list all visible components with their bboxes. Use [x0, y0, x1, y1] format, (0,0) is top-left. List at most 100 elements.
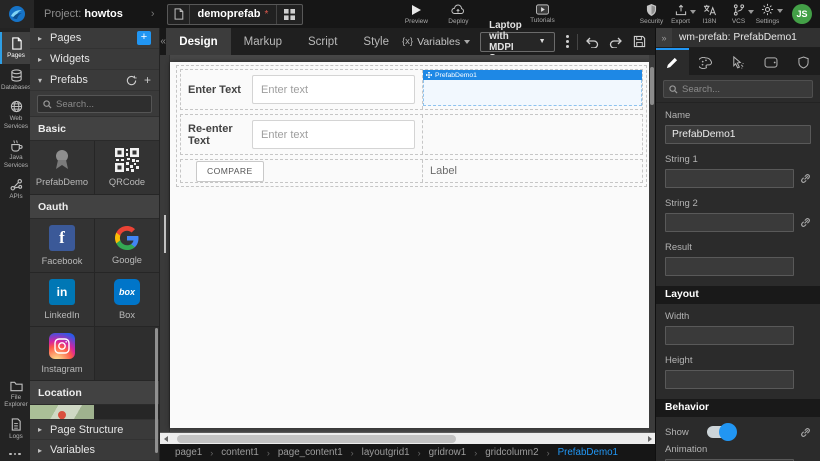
left-panel-scrollbar[interactable] — [155, 328, 158, 453]
more-options-button[interactable] — [561, 28, 574, 55]
height-input[interactable] — [665, 370, 794, 389]
add-prefab-icon[interactable]: + — [144, 74, 151, 86]
grid-cell-label[interactable]: Label — [423, 160, 642, 182]
bind-show-icon[interactable] — [800, 427, 811, 438]
i18n-button[interactable]: I18N — [695, 4, 724, 25]
device-selector[interactable]: Laptop with MDPI Screen ▼ — [480, 32, 554, 52]
prefab-tile-box[interactable]: box Box — [95, 273, 159, 326]
page-structure-accordion[interactable]: ▸ Page Structure — [30, 419, 159, 440]
grid-cell-compare[interactable]: COMPARE — [181, 160, 423, 182]
string2-input[interactable] — [665, 213, 794, 232]
prefab-tile-facebook[interactable]: f Facebook — [30, 219, 94, 272]
rail-more-icon[interactable] — [0, 445, 30, 461]
canvas-vertical-scrollbar[interactable] — [164, 215, 166, 253]
scrollbar-track[interactable] — [171, 433, 644, 444]
canvas-page[interactable]: Enter Text PrefabDemo1 — [170, 62, 650, 428]
tab-script[interactable]: Script — [295, 28, 350, 55]
rail-item-java-services[interactable]: Java Services — [0, 134, 30, 173]
rail-item-web-services[interactable]: Web Services — [0, 95, 30, 134]
security-button[interactable]: Security — [637, 4, 666, 25]
tab-properties[interactable] — [656, 48, 689, 75]
breadcrumb-prefabdemo1[interactable]: PrefabDemo1 — [558, 447, 618, 458]
compare-button[interactable]: COMPARE — [196, 161, 264, 182]
tab-design[interactable]: Design — [166, 28, 230, 55]
scroll-left-arrow[interactable] — [160, 433, 171, 444]
name-input[interactable] — [665, 125, 811, 144]
breadcrumb-gridrow1[interactable]: gridrow1 — [429, 447, 467, 458]
breadcrumb-page-content1[interactable]: page_content1 — [278, 447, 343, 458]
save-button[interactable] — [628, 28, 651, 55]
field2-input[interactable] — [252, 120, 415, 149]
field1-input[interactable] — [252, 75, 415, 104]
tab-device[interactable] — [754, 48, 787, 75]
breadcrumb-content1[interactable]: content1 — [221, 447, 259, 458]
grid-cell-reenter-text[interactable]: Re-enter Text — [181, 115, 423, 154]
page-switcher[interactable]: demoprefab * — [167, 4, 304, 25]
width-input[interactable] — [665, 326, 794, 345]
prefab-content-area[interactable] — [423, 80, 642, 106]
prefab-selection-header[interactable]: PrefabDemo1 — [423, 70, 642, 80]
variables-accordion[interactable]: ▸ Variables — [30, 440, 159, 461]
prefab-tile-linkedin[interactable]: in LinkedIn — [30, 273, 94, 326]
show-toggle[interactable] — [707, 426, 735, 438]
grid-row-3[interactable]: COMPARE Label — [180, 159, 643, 183]
layout-grid[interactable]: Enter Text PrefabDemo1 — [176, 65, 647, 187]
field1-label[interactable]: Enter Text — [188, 84, 252, 96]
properties-search-input[interactable] — [682, 84, 807, 95]
collapse-right-panel-button[interactable]: » — [656, 28, 672, 47]
prefab-tile-google[interactable]: Google — [95, 219, 159, 272]
redo-button[interactable] — [604, 28, 628, 55]
refresh-prefabs-icon[interactable] — [126, 75, 137, 86]
tab-events[interactable] — [722, 48, 755, 75]
scrollbar-thumb[interactable] — [177, 435, 456, 443]
breadcrumb-page1[interactable]: page1 — [175, 447, 202, 458]
deploy-button[interactable]: Deploy — [437, 4, 479, 25]
vcs-button[interactable]: VCS — [724, 4, 753, 25]
prefabs-accordion[interactable]: ▾ Prefabs + — [30, 70, 159, 91]
prefab-tile-qrcode[interactable]: QRCode — [95, 141, 159, 194]
prefab-tile-location[interactable] — [30, 405, 94, 419]
tab-style[interactable]: Style — [350, 28, 402, 55]
settings-button[interactable]: Settings — [753, 3, 782, 25]
rail-item-file-explorer[interactable]: File Explorer — [0, 375, 30, 413]
rail-item-logs[interactable]: Logs — [0, 413, 30, 445]
widgets-accordion[interactable]: ▸ Widgets — [30, 49, 159, 70]
grid-cell-empty[interactable] — [423, 115, 642, 154]
preview-button[interactable]: Preview — [395, 4, 437, 25]
tab-markup[interactable]: Markup — [231, 28, 295, 55]
breadcrumb-gridcolumn2[interactable]: gridcolumn2 — [485, 447, 538, 458]
horizontal-scrollbar[interactable] — [160, 432, 655, 444]
string1-input[interactable] — [665, 169, 794, 188]
grid-row-2[interactable]: Re-enter Text — [180, 114, 643, 155]
grid-row-1[interactable]: Enter Text PrefabDemo1 — [180, 69, 643, 110]
tab-styles[interactable] — [689, 48, 722, 75]
export-button[interactable]: Export — [666, 4, 695, 25]
grid-cell-enter-text[interactable]: Enter Text — [181, 70, 423, 109]
pages-accordion[interactable]: ▸ Pages + — [30, 28, 159, 49]
bind-string1-icon[interactable] — [800, 173, 811, 184]
user-avatar[interactable]: JS — [792, 4, 812, 24]
breadcrumb-layoutgrid1[interactable]: layoutgrid1 — [362, 447, 410, 458]
rail-item-databases[interactable]: Databases — [0, 64, 30, 96]
selected-prefab-widget[interactable]: PrefabDemo1 — [423, 70, 642, 106]
tab-security[interactable] — [787, 48, 820, 75]
prefab-search-input[interactable] — [56, 99, 146, 110]
prefab-search-box[interactable] — [37, 95, 152, 113]
undo-button[interactable] — [580, 28, 604, 55]
page-vertical-scrollbar[interactable] — [649, 55, 655, 432]
prefab-tile-prefabdemo[interactable]: PrefabDemo — [30, 141, 94, 194]
rail-item-apis[interactable]: APIs — [0, 173, 30, 205]
scroll-right-arrow[interactable] — [644, 433, 655, 444]
variables-menu[interactable]: {x} Variables — [402, 36, 470, 48]
properties-search-box[interactable] — [663, 80, 813, 98]
rail-item-pages[interactable]: Pages — [0, 32, 30, 64]
field2-label[interactable]: Re-enter Text — [188, 123, 252, 147]
prefab-tile-instagram[interactable]: Instagram — [30, 327, 94, 380]
add-page-button[interactable]: + — [137, 31, 151, 45]
app-logo[interactable] — [0, 0, 34, 28]
bind-string2-icon[interactable] — [800, 217, 811, 228]
grid-cell-prefab[interactable]: PrefabDemo1 — [423, 70, 642, 109]
result-input[interactable] — [665, 257, 794, 276]
pages-grid-icon[interactable] — [276, 5, 302, 24]
label-widget[interactable]: Label — [430, 165, 457, 177]
